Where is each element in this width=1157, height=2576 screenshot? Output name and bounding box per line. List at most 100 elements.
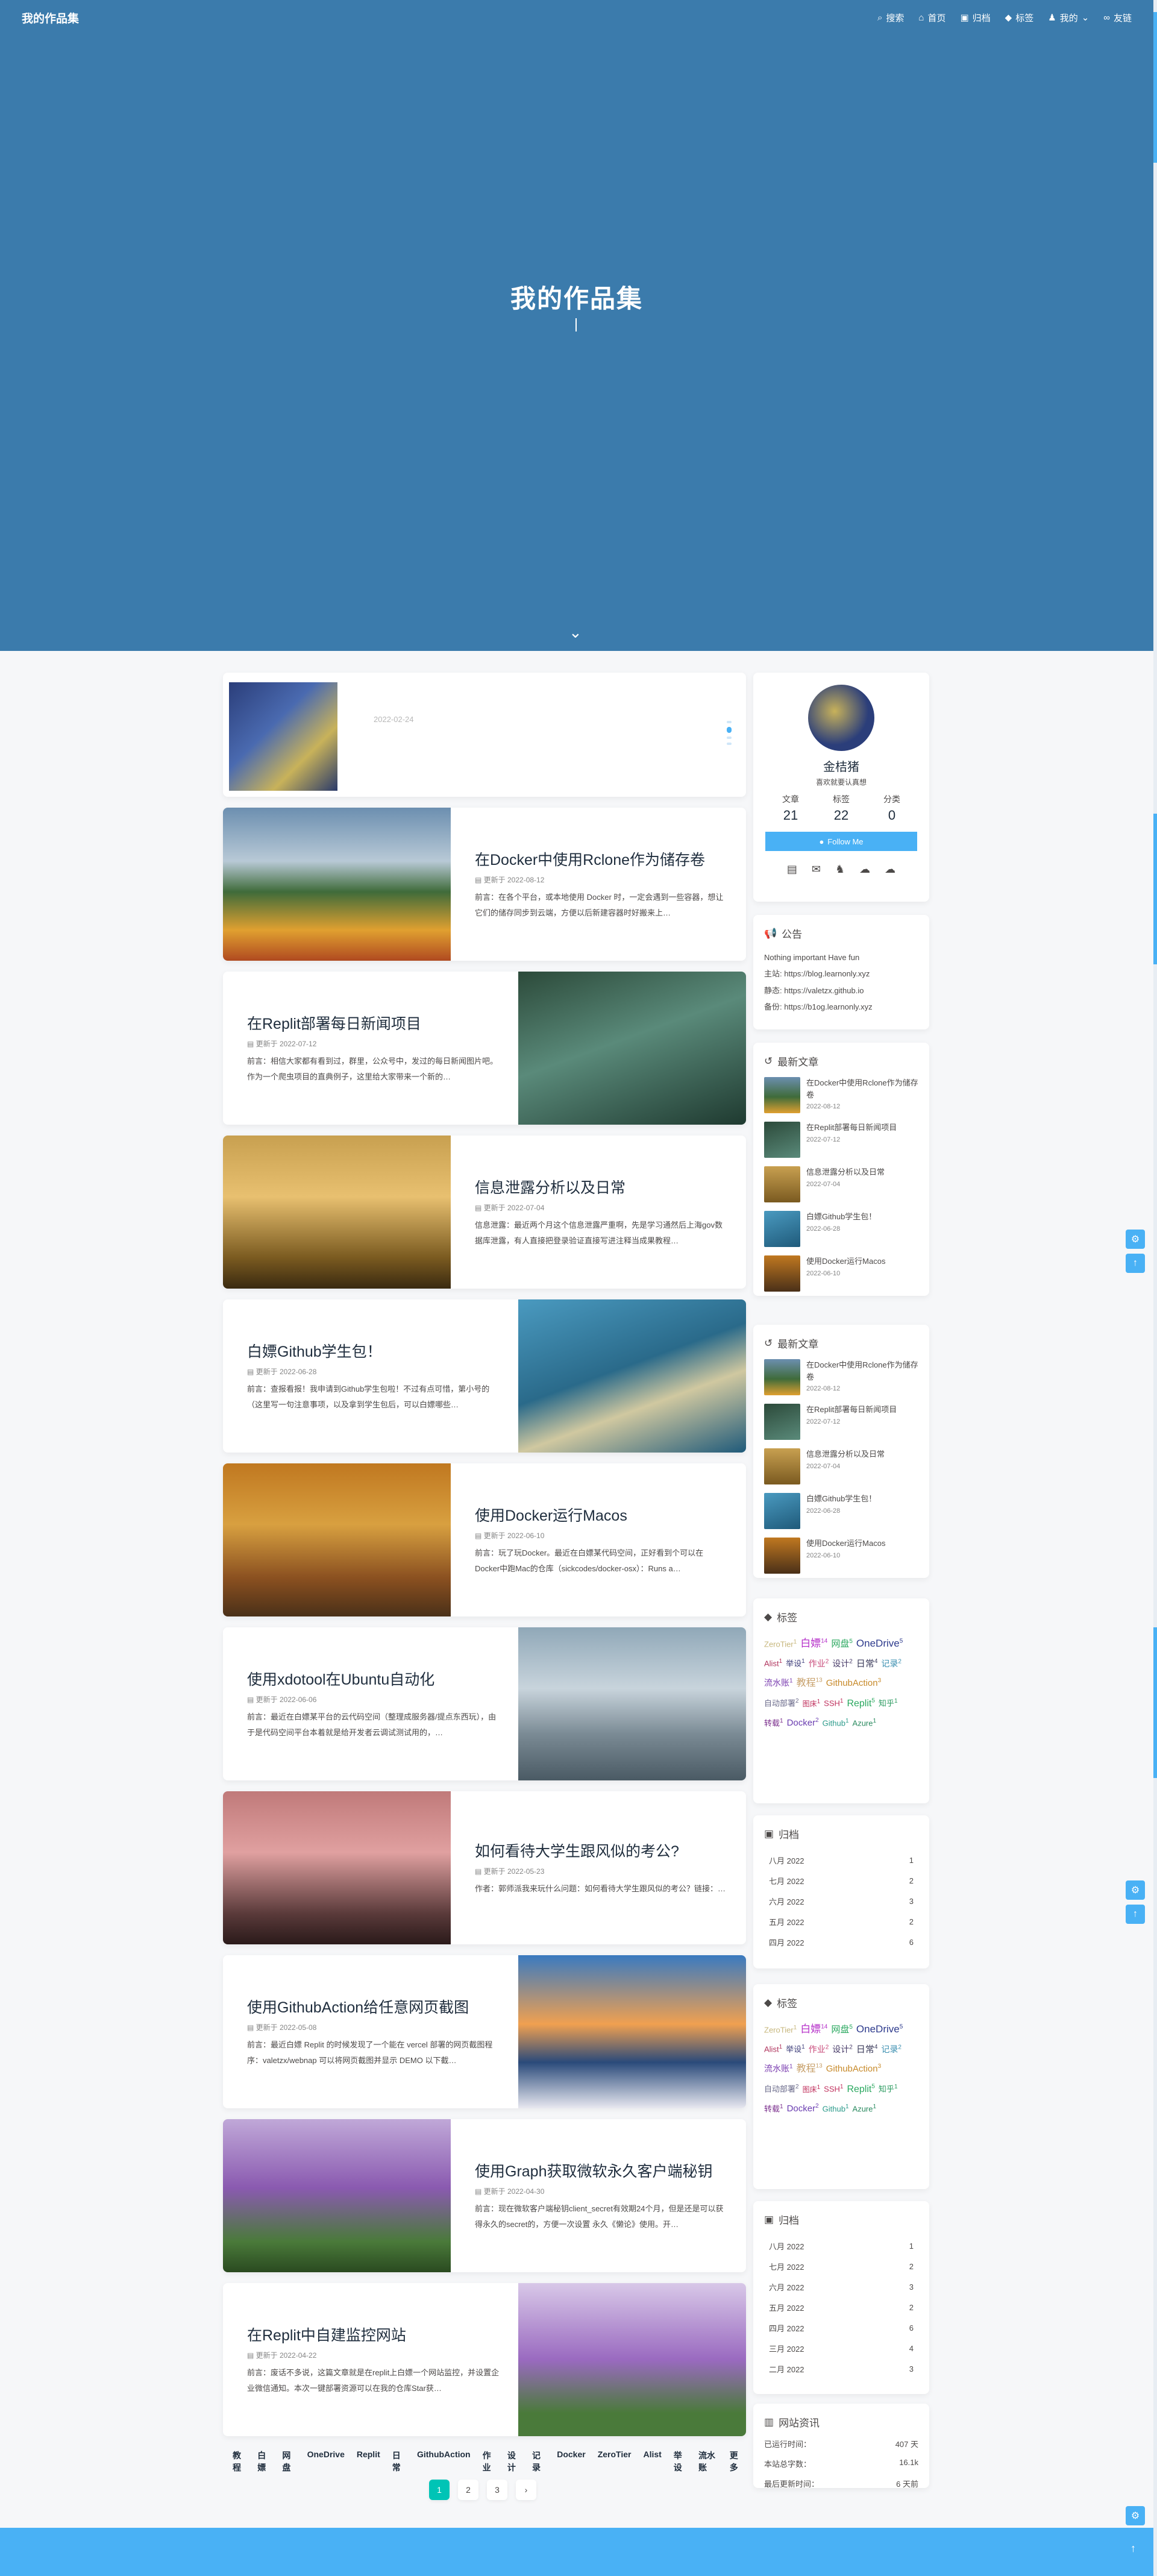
- recent-title-text[interactable]: 在Docker中使用Rclone作为储存卷: [806, 1077, 918, 1101]
- mail-icon[interactable]: ✉: [812, 863, 821, 876]
- tag-link[interactable]: 网盘5: [831, 1635, 853, 1654]
- tagbar-item[interactable]: 日常: [392, 2449, 405, 2474]
- tag-link[interactable]: 白嫖14: [800, 1633, 827, 1654]
- recent-title-text[interactable]: 在Replit部署每日新闻项目: [806, 1404, 897, 1416]
- tag-link[interactable]: 自动部署2: [764, 1695, 799, 1712]
- tag-link[interactable]: Docker2: [787, 1714, 819, 1733]
- cloud-upload-icon[interactable]: ☁: [859, 863, 870, 876]
- post-card[interactable]: 使用Graph获取微软永久客户端秘钥 ▤ 更新于 2022-04-30 前言：现在微…: [223, 2119, 746, 2272]
- recent-item[interactable]: 在Docker中使用Rclone作为储存卷 2022-08-12: [764, 1077, 918, 1113]
- scrollbar-thumb[interactable]: [1153, 12, 1157, 163]
- archive-item[interactable]: 四月 2022 6: [764, 1932, 918, 1952]
- recent-thumb[interactable]: [764, 1448, 800, 1484]
- tagbar-item[interactable]: ZeroTier: [598, 2449, 632, 2474]
- archive-item[interactable]: 八月 2022 1: [764, 1850, 918, 1870]
- tag-link[interactable]: Docker2: [787, 2099, 819, 2119]
- post-card[interactable]: 白嫖Github学生包！ ▤ 更新于 2022-06-28 前言：查报看报！我申请到…: [223, 1299, 746, 1453]
- recent-title-text[interactable]: 在Docker中使用Rclone作为储存卷: [806, 1359, 918, 1383]
- recent-thumb[interactable]: [764, 1404, 800, 1440]
- post-cover[interactable]: [223, 2119, 451, 2272]
- recent-thumb[interactable]: [764, 1255, 800, 1292]
- recent-title-text[interactable]: 使用Docker运行Macos: [806, 1538, 885, 1550]
- tagbar-item[interactable]: 举设: [674, 2449, 686, 2474]
- scrollbar-thumb[interactable]: [1153, 1627, 1157, 1778]
- tagbar-item[interactable]: 设计: [507, 2449, 520, 2474]
- settings-button[interactable]: ⚙: [1126, 2506, 1145, 2525]
- nav-item-home[interactable]: ⌂ 首页: [918, 11, 945, 24]
- post-title[interactable]: 信息泄露分析以及日常: [475, 1176, 728, 1198]
- recent-thumb[interactable]: [764, 1122, 800, 1158]
- nav-item-tags[interactable]: ◆ 标签: [1005, 11, 1034, 24]
- post-title[interactable]: 在Replit部署每日新闻项目: [247, 1012, 500, 1034]
- tagbar-item[interactable]: 记录: [532, 2449, 545, 2474]
- post-title[interactable]: 白嫖Github学生包！: [247, 1340, 500, 1362]
- recent-item[interactable]: 信息泄露分析以及日常 2022-07-04: [764, 1448, 918, 1484]
- post-title[interactable]: 如何看待大学生跟风似的考公?: [475, 1839, 728, 1861]
- post-card[interactable]: 在Replit部署每日新闻项目 ▤ 更新于 2022-07-12 前言：相信大家都有…: [223, 972, 746, 1125]
- back-to-top-button[interactable]: ↑: [1126, 1905, 1145, 1924]
- archive-item[interactable]: 三月 2022 4: [764, 2338, 918, 2358]
- recent-item[interactable]: 白嫖Github学生包！ 2022-06-28: [764, 1211, 918, 1247]
- archive-item[interactable]: 七月 2022 2: [764, 1870, 918, 1891]
- tag-link[interactable]: 设计2: [832, 1655, 853, 1673]
- tag-link[interactable]: OneDrive5: [856, 2018, 903, 2040]
- recent-title-text[interactable]: 白嫖Github学生包！: [806, 1211, 876, 1223]
- post-cover[interactable]: [518, 1299, 746, 1453]
- post-cover[interactable]: [223, 1136, 451, 1289]
- tag-link[interactable]: 教程13: [797, 2059, 823, 2079]
- tagbar-item[interactable]: Replit: [357, 2449, 380, 2474]
- page-3-button[interactable]: 3: [487, 2480, 507, 2500]
- tag-link[interactable]: 转载1: [764, 2100, 783, 2117]
- post-cover[interactable]: [223, 1463, 451, 1616]
- post-cover[interactable]: [518, 1955, 746, 2108]
- tag-link[interactable]: 作业2: [809, 2041, 829, 2058]
- post-title[interactable]: 使用GithubAction给任意网页截图: [247, 1996, 500, 2017]
- page-1-button[interactable]: 1: [429, 2480, 450, 2500]
- tag-link[interactable]: 日常4: [856, 1654, 878, 1674]
- post-card[interactable]: 使用GithubAction给任意网页截图 ▤ 更新于 2022-05-08 前言：…: [223, 1955, 746, 2108]
- tag-link[interactable]: 图床1: [803, 2081, 821, 2097]
- recent-title-text[interactable]: 白嫖Github学生包！: [806, 1493, 876, 1505]
- post-card[interactable]: 信息泄露分析以及日常 ▤ 更新于 2022-07-04 信息泄露：最近两个月这个信息…: [223, 1136, 746, 1289]
- post-title[interactable]: 使用xdotool在Ubuntu自动化: [247, 1668, 500, 1689]
- tag-link[interactable]: Github1: [823, 1715, 849, 1732]
- archive-item[interactable]: 六月 2022 3: [764, 1891, 918, 1911]
- tag-link[interactable]: 知乎1: [879, 2081, 898, 2097]
- post-cover[interactable]: [518, 972, 746, 1125]
- recent-item[interactable]: 信息泄露分析以及日常 2022-07-04: [764, 1166, 918, 1202]
- post-cover[interactable]: [223, 1791, 451, 1944]
- recent-item[interactable]: 在Replit部署每日新闻项目 2022-07-12: [764, 1122, 918, 1158]
- post-title[interactable]: 在Docker中使用Rclone作为储存卷: [475, 848, 728, 870]
- archive-item[interactable]: 七月 2022 2: [764, 2256, 918, 2276]
- site-brand[interactable]: 我的作品集: [22, 10, 79, 26]
- arrow-up-icon[interactable]: ↑: [1130, 2542, 1136, 2555]
- tag-link[interactable]: Azure1: [853, 2100, 877, 2117]
- tag-link[interactable]: OneDrive5: [856, 1633, 903, 1654]
- post-card[interactable]: 在Replit中自建监控网站 ▤ 更新于 2022-04-22 前言：废话不多说，这…: [223, 2283, 746, 2436]
- tagbar-item[interactable]: 流水账: [698, 2449, 718, 2474]
- tagbar-item[interactable]: GithubAction: [417, 2449, 471, 2474]
- archive-item[interactable]: 六月 2022 3: [764, 2276, 918, 2297]
- tagbar-item[interactable]: 教程: [233, 2449, 245, 2474]
- archive-item[interactable]: 四月 2022 6: [764, 2317, 918, 2338]
- post-title[interactable]: 在Replit中自建监控网站: [247, 2323, 500, 2345]
- tag-link[interactable]: 图床1: [803, 1695, 821, 1712]
- recent-thumb[interactable]: [764, 1493, 800, 1529]
- recent-item[interactable]: 在Docker中使用Rclone作为储存卷 2022-08-12: [764, 1359, 918, 1395]
- tag-link[interactable]: SSH1: [824, 1695, 843, 1712]
- nav-item-mine[interactable]: ♟ 我的 ⌄: [1048, 11, 1089, 24]
- stat-categories[interactable]: 分类 0: [883, 793, 900, 823]
- recent-thumb[interactable]: [764, 1538, 800, 1574]
- post-card[interactable]: 在Docker中使用Rclone作为储存卷 ▤ 更新于 2022-08-12 前言：…: [223, 808, 746, 961]
- tag-link[interactable]: ZeroTier1: [764, 1636, 797, 1653]
- recent-title-text[interactable]: 信息泄露分析以及日常: [806, 1448, 885, 1460]
- stat-articles[interactable]: 文章 21: [782, 793, 799, 823]
- avatar[interactable]: [808, 685, 874, 751]
- recent-item[interactable]: 白嫖Github学生包！ 2022-06-28: [764, 1493, 918, 1529]
- archive-item[interactable]: 五月 2022 2: [764, 1911, 918, 1932]
- recent-thumb[interactable]: [764, 1211, 800, 1247]
- post-cover[interactable]: [518, 1627, 746, 1780]
- post-cover[interactable]: [518, 2283, 746, 2436]
- tagbar-item[interactable]: Alist: [643, 2449, 661, 2474]
- tag-link[interactable]: GithubAction3: [826, 1674, 881, 1693]
